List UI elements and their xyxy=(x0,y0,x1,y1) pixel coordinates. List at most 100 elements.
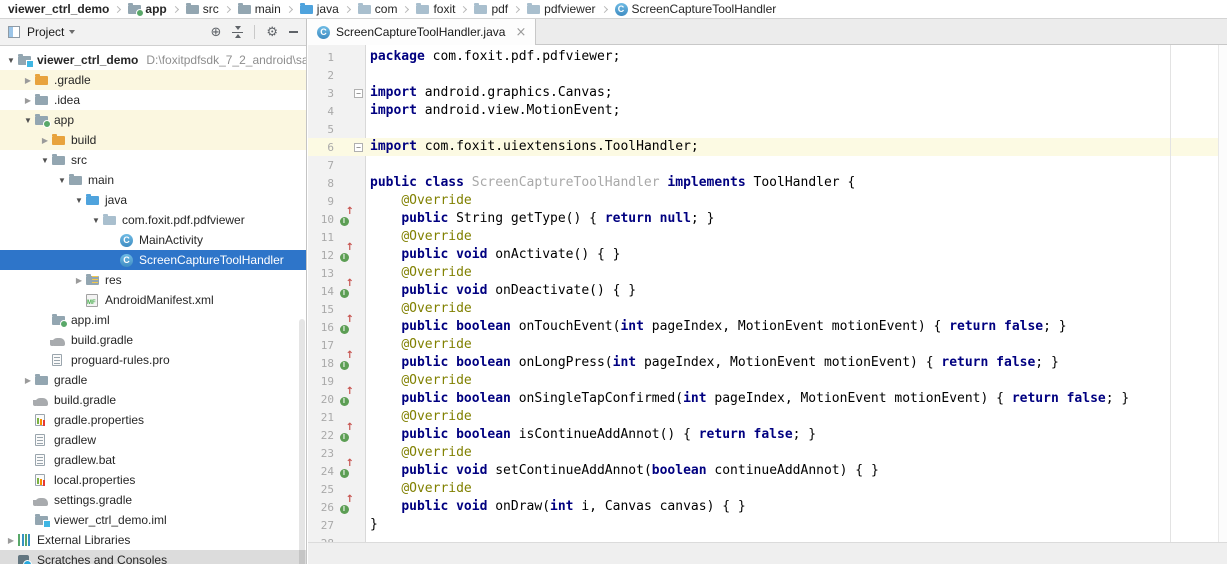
code-line-15[interactable]: 15 @Override xyxy=(308,300,1227,318)
tree-item-com-foxit-pdf-pdfviewer[interactable]: ▼com.foxit.pdf.pdfviewer xyxy=(0,210,306,230)
code-line-21[interactable]: 21 @Override xyxy=(308,408,1227,426)
gutter-line-12[interactable]: 12I↑ xyxy=(308,246,366,264)
gutter-line-6[interactable]: 6− xyxy=(308,138,366,156)
code-line-8[interactable]: 8public class ScreenCaptureToolHandler i… xyxy=(308,174,1227,192)
code-line-19[interactable]: 19 @Override xyxy=(308,372,1227,390)
tree-item-build[interactable]: ▶build xyxy=(0,130,306,150)
tree-toggle-icon[interactable]: ▶ xyxy=(38,136,52,145)
tree-item-app[interactable]: ▼app xyxy=(0,110,306,130)
code-line-11[interactable]: 11 @Override xyxy=(308,228,1227,246)
tree-item-proguard-rules-pro[interactable]: proguard-rules.pro xyxy=(0,350,306,370)
tree-item-scratches-and-consoles[interactable]: Scratches and Consoles xyxy=(0,550,306,564)
gutter-line-11[interactable]: 11 xyxy=(308,228,366,246)
tree-toggle-icon[interactable]: ▶ xyxy=(21,376,35,385)
code-line-13[interactable]: 13 @Override xyxy=(308,264,1227,282)
tree-item-res[interactable]: ▶res xyxy=(0,270,306,290)
code-line-20[interactable]: 20I↑ public boolean onSingleTapConfirmed… xyxy=(308,390,1227,408)
tree-toggle-icon[interactable]: ▶ xyxy=(21,96,35,105)
breadcrumb-item-pdfviewer[interactable]: pdfviewer xyxy=(525,2,597,16)
gutter-line-26[interactable]: 26I↑ xyxy=(308,498,366,516)
code-line-27[interactable]: 27} xyxy=(308,516,1227,534)
gutter-line-14[interactable]: 14I↑ xyxy=(308,282,366,300)
tree-toggle-icon[interactable]: ▶ xyxy=(21,76,35,85)
implementing-method-icon[interactable]: I↑ xyxy=(334,462,354,480)
locate-icon[interactable]: ⊕ xyxy=(210,26,221,39)
gutter-line-5[interactable]: 5 xyxy=(308,120,366,138)
code-line-7[interactable]: 7 xyxy=(308,156,1227,174)
tree-item-gradle[interactable]: ▶gradle xyxy=(0,370,306,390)
editor-scrollbar[interactable] xyxy=(1218,45,1227,542)
implementing-method-icon[interactable]: I↑ xyxy=(334,498,354,516)
code-line-23[interactable]: 23 @Override xyxy=(308,444,1227,462)
implementing-method-icon[interactable]: I↑ xyxy=(334,210,354,228)
code-line-17[interactable]: 17 @Override xyxy=(308,336,1227,354)
implementing-method-icon[interactable]: I↑ xyxy=(334,318,354,336)
tree-item-external-libraries[interactable]: ▶External Libraries xyxy=(0,530,306,550)
tree-item-mainactivity[interactable]: CMainActivity xyxy=(0,230,306,250)
gutter-line-16[interactable]: 16I↑ xyxy=(308,318,366,336)
code-line-12[interactable]: 12I↑ public void onActivate() { } xyxy=(308,246,1227,264)
tree-toggle-icon[interactable]: ▼ xyxy=(55,176,69,185)
tree-item-gradlew-bat[interactable]: gradlew.bat xyxy=(0,450,306,470)
gutter-line-28[interactable]: 28 xyxy=(308,534,366,542)
breadcrumb-item-viewer_ctrl_demo[interactable]: viewer_ctrl_demo xyxy=(6,2,111,16)
breadcrumb-item-app[interactable]: app xyxy=(126,2,168,16)
tree-toggle-icon[interactable]: ▼ xyxy=(72,196,86,205)
breadcrumb-item-foxit[interactable]: foxit xyxy=(414,2,457,16)
breadcrumb-item-screencapturetoolhandler[interactable]: CScreenCaptureToolHandler xyxy=(613,2,779,16)
gutter-line-23[interactable]: 23 xyxy=(308,444,366,462)
breadcrumb-item-pdf[interactable]: pdf xyxy=(472,2,510,16)
hide-panel-icon[interactable] xyxy=(289,31,298,33)
gutter-line-8[interactable]: 8 xyxy=(308,174,366,192)
code-line-6[interactable]: 6−import com.foxit.uiextensions.ToolHand… xyxy=(308,138,1227,156)
gutter-line-7[interactable]: 7 xyxy=(308,156,366,174)
gutter-line-19[interactable]: 19 xyxy=(308,372,366,390)
tree-item-build-gradle[interactable]: build.gradle xyxy=(0,390,306,410)
collapse-all-icon[interactable] xyxy=(232,26,243,38)
code-line-28[interactable]: 28 xyxy=(308,534,1227,542)
tree-item-src[interactable]: ▼src xyxy=(0,150,306,170)
tree-item--gradle[interactable]: ▶.gradle xyxy=(0,70,306,90)
fold-icon[interactable]: − xyxy=(354,89,363,98)
close-icon[interactable]: × xyxy=(515,25,526,40)
breadcrumb-item-com[interactable]: com xyxy=(356,2,400,16)
code-line-16[interactable]: 16I↑ public boolean onTouchEvent(int pag… xyxy=(308,318,1227,336)
code-line-10[interactable]: 10I↑ public String getType() { return nu… xyxy=(308,210,1227,228)
code-line-1[interactable]: 1package com.foxit.pdf.pdfviewer; xyxy=(308,48,1227,66)
tree-item-viewer-ctrl-demo-iml[interactable]: viewer_ctrl_demo.iml xyxy=(0,510,306,530)
tree-item-app-iml[interactable]: app.iml xyxy=(0,310,306,330)
project-panel-title[interactable]: Project xyxy=(27,25,64,39)
gutter-line-24[interactable]: 24I↑ xyxy=(308,462,366,480)
gutter-line-25[interactable]: 25 xyxy=(308,480,366,498)
tree-item--idea[interactable]: ▶.idea xyxy=(0,90,306,110)
implementing-method-icon[interactable]: I↑ xyxy=(334,282,354,300)
breadcrumb-item-src[interactable]: src xyxy=(184,2,221,16)
gear-icon[interactable]: ⚙ xyxy=(266,26,278,39)
gutter-line-9[interactable]: 9 xyxy=(308,192,366,210)
breadcrumb-item-java[interactable]: java xyxy=(298,2,341,16)
tree-item-local-properties[interactable]: local.properties xyxy=(0,470,306,490)
tree-item-build-gradle[interactable]: build.gradle xyxy=(0,330,306,350)
tree-toggle-icon[interactable]: ▼ xyxy=(89,216,103,225)
tree-item-viewer-ctrl-demo[interactable]: ▼viewer_ctrl_demoD:\foxitpdfsdk_7_2_andr… xyxy=(0,50,306,70)
editor-body[interactable]: 1package com.foxit.pdf.pdfviewer;23−impo… xyxy=(308,45,1227,542)
code-line-26[interactable]: 26I↑ public void onDraw(int i, Canvas ca… xyxy=(308,498,1227,516)
tree-toggle-icon[interactable]: ▼ xyxy=(38,156,52,165)
tree-toggle-icon[interactable]: ▶ xyxy=(4,536,18,545)
tree-toggle-icon[interactable]: ▼ xyxy=(21,116,35,125)
code-line-3[interactable]: 3−import android.graphics.Canvas; xyxy=(308,84,1227,102)
code-line-24[interactable]: 24I↑ public void setContinueAddAnnot(boo… xyxy=(308,462,1227,480)
fold-icon[interactable]: − xyxy=(354,143,363,152)
gutter-line-3[interactable]: 3− xyxy=(308,84,366,102)
gutter-line-13[interactable]: 13 xyxy=(308,264,366,282)
gutter-line-17[interactable]: 17 xyxy=(308,336,366,354)
code-line-25[interactable]: 25 @Override xyxy=(308,480,1227,498)
gutter-line-4[interactable]: 4 xyxy=(308,102,366,120)
tree-item-screencapturetoolhandler[interactable]: CScreenCaptureToolHandler xyxy=(0,250,306,270)
code-line-5[interactable]: 5 xyxy=(308,120,1227,138)
tree-item-gradlew[interactable]: gradlew xyxy=(0,430,306,450)
implementing-method-icon[interactable]: I↑ xyxy=(334,246,354,264)
code-line-14[interactable]: 14I↑ public void onDeactivate() { } xyxy=(308,282,1227,300)
gutter-line-22[interactable]: 22I↑ xyxy=(308,426,366,444)
code-line-22[interactable]: 22I↑ public boolean isContinueAddAnnot()… xyxy=(308,426,1227,444)
